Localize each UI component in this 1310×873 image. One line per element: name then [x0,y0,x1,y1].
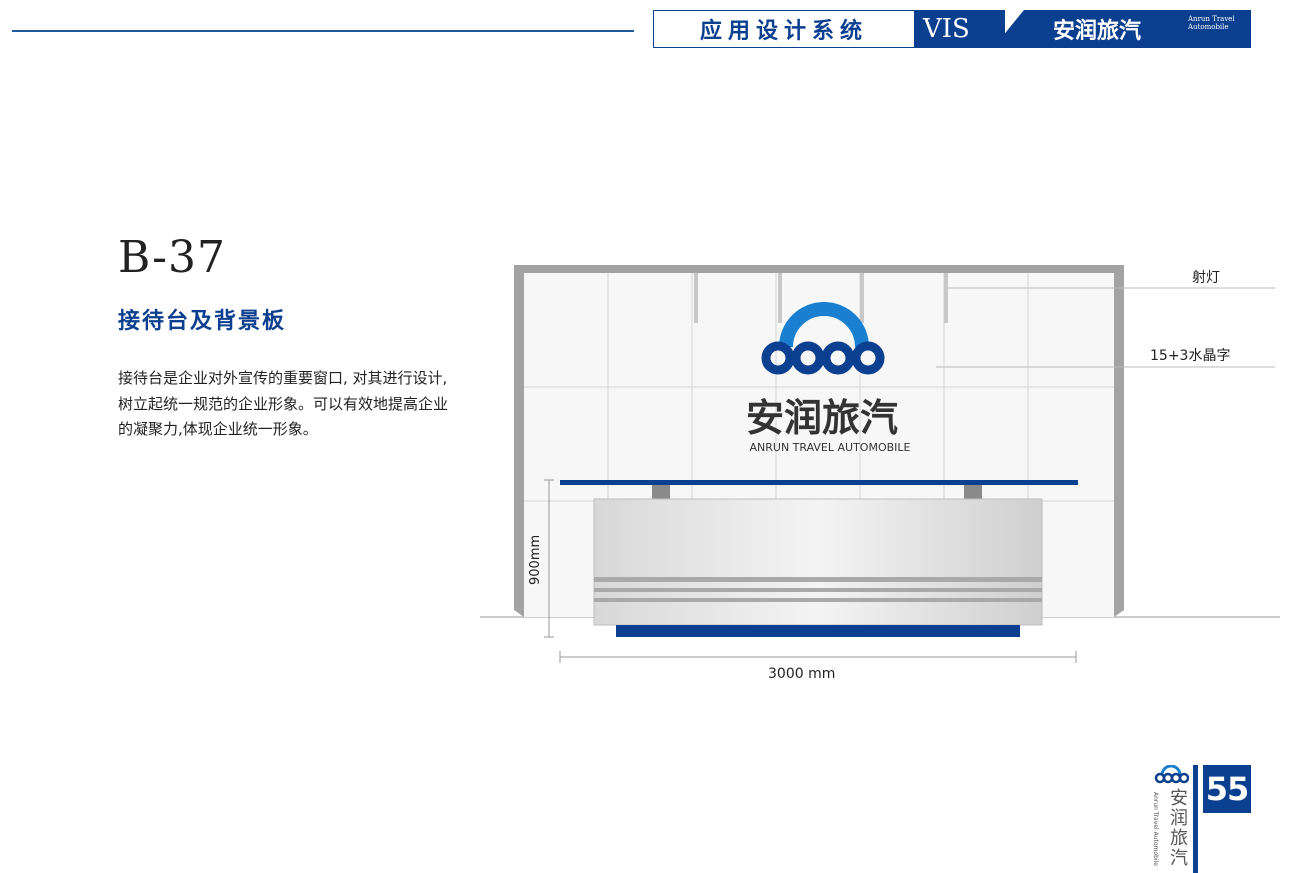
spotlight-label: 射灯 [1192,270,1220,286]
height-dimension-label: 900mm [528,534,543,585]
footer-bar [1193,765,1198,873]
crystal-letters-label: 15+3水晶字 [1150,348,1231,364]
desk-top-glass [560,480,1078,485]
desk-stripe-3 [594,598,1042,602]
page-title: 接待台及背景板 [118,308,287,334]
page-code: B-37 [118,232,227,283]
reception-desk-drawing: 安润旅汽 ANRUN TRAVEL AUTOMOBILE [480,265,1280,663]
desk-post-right [964,485,982,499]
desk-stripe-2 [594,588,1042,592]
header-rule [12,30,634,32]
footer-brand: 安润旅汽 [1167,788,1188,868]
page-description: 接待台是企业对外宣传的重要窗口, 对其进行设计,树立起统一规范的企业形象。可以有… [118,369,449,438]
header-brand: 安润旅汽 [1053,18,1142,44]
header-section-title: 应用设计系统 [653,10,915,48]
desk-post-left [652,485,670,499]
footer-brand-en: Anrun Travel Automobile [1152,792,1159,866]
page-number: 55 [1203,765,1251,813]
header-banner: 应用设计系统 VIS 安润旅汽 Anrun Travel Automobile [653,10,1251,50]
width-dimension-label: 3000 mm [768,666,836,682]
header-brand-en: Anrun Travel Automobile [1188,15,1235,31]
footer-logo-icon [1154,765,1189,784]
desk-body [593,498,1043,626]
desk-base [616,625,1020,637]
logo-english: ANRUN TRAVEL AUTOMOBILE [750,441,911,454]
desk-stripe-1 [594,577,1042,582]
logo-chinese: 安润旅汽 [746,396,898,440]
header-vis-tag: VIS [915,10,1005,48]
